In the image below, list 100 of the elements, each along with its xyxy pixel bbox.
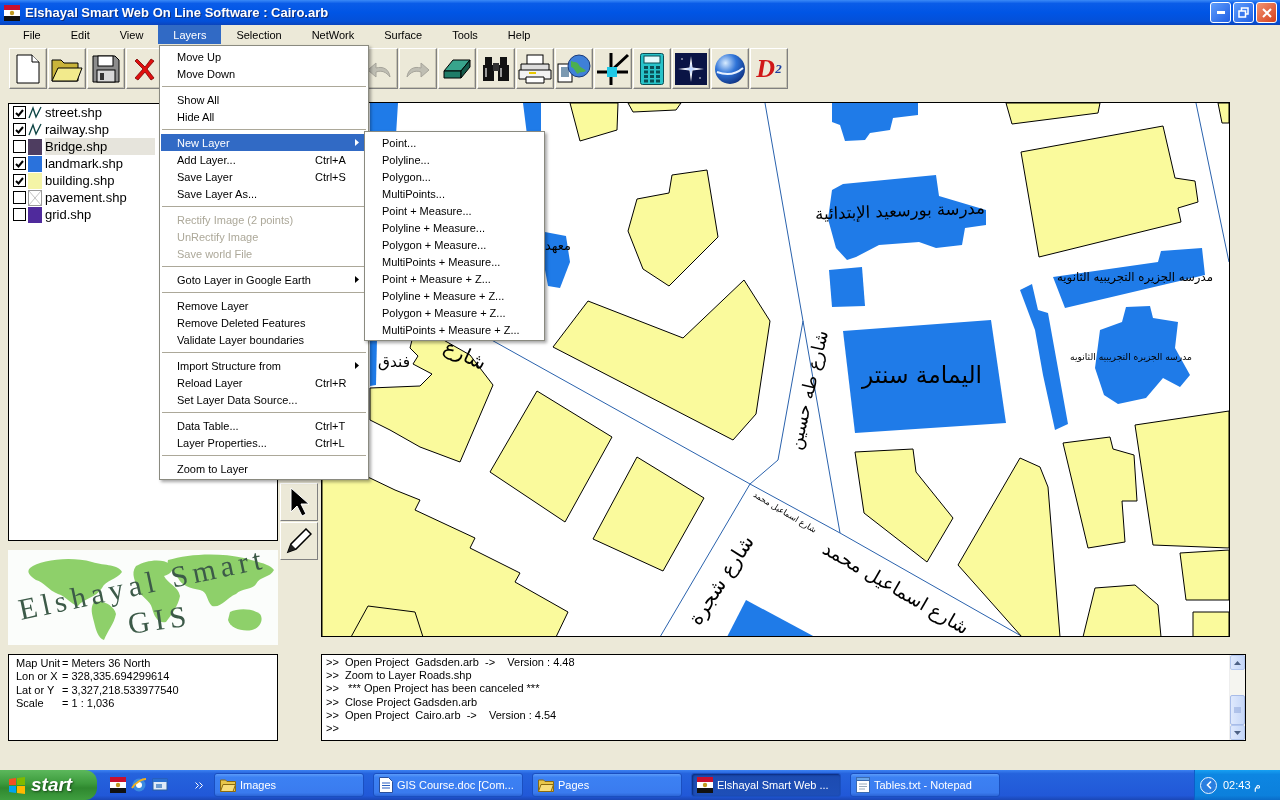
menu-bar-item[interactable]: File	[8, 25, 56, 44]
layer-checkbox[interactable]	[13, 174, 26, 187]
pencil-icon	[286, 528, 312, 554]
menu-item[interactable]: Polyline + Measure + Z...	[366, 287, 543, 304]
coordinate-label: Lat or Y	[16, 683, 56, 697]
coordinate-label: Lon or X	[16, 670, 59, 684]
restore-icon	[1238, 7, 1249, 18]
log-line: >> *** Open Project has been canceled ***	[326, 682, 541, 696]
menu-item[interactable]: Move Down	[161, 65, 367, 82]
calculator-button[interactable]	[633, 48, 671, 89]
menu-item[interactable]: New Layer	[161, 134, 367, 151]
layer-checkbox[interactable]	[13, 208, 26, 221]
layer-name[interactable]: pavement.shp	[45, 189, 127, 206]
menu-item[interactable]: MultiPoints + Measure...	[366, 253, 543, 270]
folder-icon	[220, 778, 236, 792]
minimize-icon	[1216, 11, 1225, 14]
layer-checkbox[interactable]	[13, 157, 26, 170]
flag-icon	[697, 777, 713, 793]
taskbar-button[interactable]: Tables.txt - Notepad	[850, 773, 1000, 797]
menu-bar-item[interactable]: Layers	[158, 25, 222, 44]
coordinate-value: = 3,327,218.533977540	[62, 683, 179, 697]
binoculars-icon	[481, 55, 511, 82]
x-mark-icon	[135, 56, 155, 81]
clock: 02:43 م	[1223, 778, 1261, 792]
four-squares-icon	[8, 776, 26, 794]
flag-icon[interactable]	[110, 777, 126, 793]
double-chevron-icon[interactable]	[195, 781, 203, 789]
menu-item[interactable]: MultiPoints...	[366, 185, 543, 202]
taskbar-button[interactable]: Pages	[532, 773, 682, 797]
taskbar-button[interactable]: GIS Course.doc [Com...	[373, 773, 523, 797]
polyline-icon	[28, 104, 42, 121]
log-line: >> Open Project Cairo.arb -> Version : 4.54	[326, 708, 558, 722]
open-button[interactable]	[48, 48, 86, 89]
find-button[interactable]	[477, 48, 515, 89]
layer-name[interactable]: landmark.shp	[45, 155, 124, 172]
flag-icon	[4, 4, 20, 21]
polyline-icon	[28, 121, 42, 138]
menu-item[interactable]: Polyline...	[366, 151, 543, 168]
map-label: شارع اسماعيل محمد	[819, 537, 973, 636]
scroll-up-button[interactable]	[1230, 655, 1245, 670]
crosshair-icon	[596, 51, 630, 86]
menu-bar-item[interactable]: View	[104, 25, 159, 44]
menu-item[interactable]: Move Up	[161, 48, 367, 65]
layer-name[interactable]: Bridge.shp	[45, 138, 155, 155]
building-shape	[1192, 611, 1229, 636]
folder-icon	[538, 778, 554, 792]
layer-checkbox[interactable]	[13, 106, 26, 119]
log-line: >> Open Project Gadsden.arb -> Version : 4.48	[326, 656, 576, 670]
layer-name[interactable]: railway.shp	[45, 121, 110, 138]
menu-bar-item[interactable]: Surface	[369, 25, 438, 44]
menu-item[interactable]: Polyline + Measure...	[366, 219, 543, 236]
layer-checkbox[interactable]	[13, 140, 26, 153]
close-button[interactable]	[1256, 2, 1277, 23]
restore-button[interactable]	[1233, 2, 1254, 23]
menu-item[interactable]: Polygon + Measure + Z...	[366, 304, 543, 321]
menu-item[interactable]: Polygon + Measure...	[366, 236, 543, 253]
globe-icon	[714, 52, 746, 85]
print-button[interactable]	[516, 48, 554, 89]
building-shape	[1217, 103, 1229, 124]
menu-item[interactable]: MultiPoints + Measure + Z...	[366, 321, 543, 338]
eraser-button[interactable]	[438, 48, 476, 89]
menu-item[interactable]: Polygon...	[366, 168, 543, 185]
document-icon	[379, 777, 393, 793]
menu-bar-item[interactable]: Help	[492, 25, 546, 44]
new-button[interactable]	[9, 48, 47, 89]
pointer-button[interactable]	[280, 483, 318, 521]
log-line: >> Close Project Gadsden.arb	[326, 695, 479, 709]
logo-button[interactable]: D$^{2}$	[750, 48, 788, 89]
layer-name[interactable]: grid.shp	[45, 206, 92, 223]
landmark-shape	[829, 267, 865, 307]
save-button[interactable]	[87, 48, 125, 89]
scroll-down-button[interactable]	[1230, 725, 1245, 740]
scroll-thumb[interactable]	[1230, 695, 1245, 725]
layer-checkbox[interactable]	[13, 191, 26, 204]
menu-bar-item[interactable]: Edit	[55, 25, 105, 44]
window-icon[interactable]	[152, 777, 168, 793]
menu-item[interactable]: Point + Measure + Z...	[366, 270, 543, 287]
layer-name[interactable]: street.shp	[45, 104, 103, 121]
pencil-button[interactable]	[280, 522, 318, 560]
orbit-ring-icon[interactable]	[131, 777, 147, 793]
minimize-button[interactable]	[1210, 2, 1231, 23]
layer-checkbox[interactable]	[13, 123, 26, 136]
crosshair-button[interactable]	[594, 48, 632, 89]
layer-name[interactable]: building.shp	[45, 172, 115, 189]
menu-bar-item[interactable]: Selection	[221, 25, 297, 44]
building-shape	[569, 103, 619, 142]
menu-bar-item[interactable]: NetWork	[296, 25, 370, 44]
taskbar-button[interactable]: Elshayal Smart Web ...	[691, 773, 841, 797]
menu-item[interactable]: Point...	[366, 134, 543, 151]
sparkle-icon	[675, 52, 707, 85]
menu-item[interactable]: Point + Measure...	[366, 202, 543, 219]
menu-bar-item[interactable]: Tools	[437, 25, 493, 44]
taskbar-button[interactable]: Images	[214, 773, 364, 797]
star-button[interactable]	[672, 48, 710, 89]
export-button[interactable]	[555, 48, 593, 89]
globe-button[interactable]	[711, 48, 749, 89]
start-button[interactable]: start	[0, 770, 97, 800]
map-label: شارع طه حسين	[784, 328, 832, 452]
calculator-icon	[640, 52, 664, 85]
show-hidden-icons-button[interactable]	[1200, 776, 1217, 794]
